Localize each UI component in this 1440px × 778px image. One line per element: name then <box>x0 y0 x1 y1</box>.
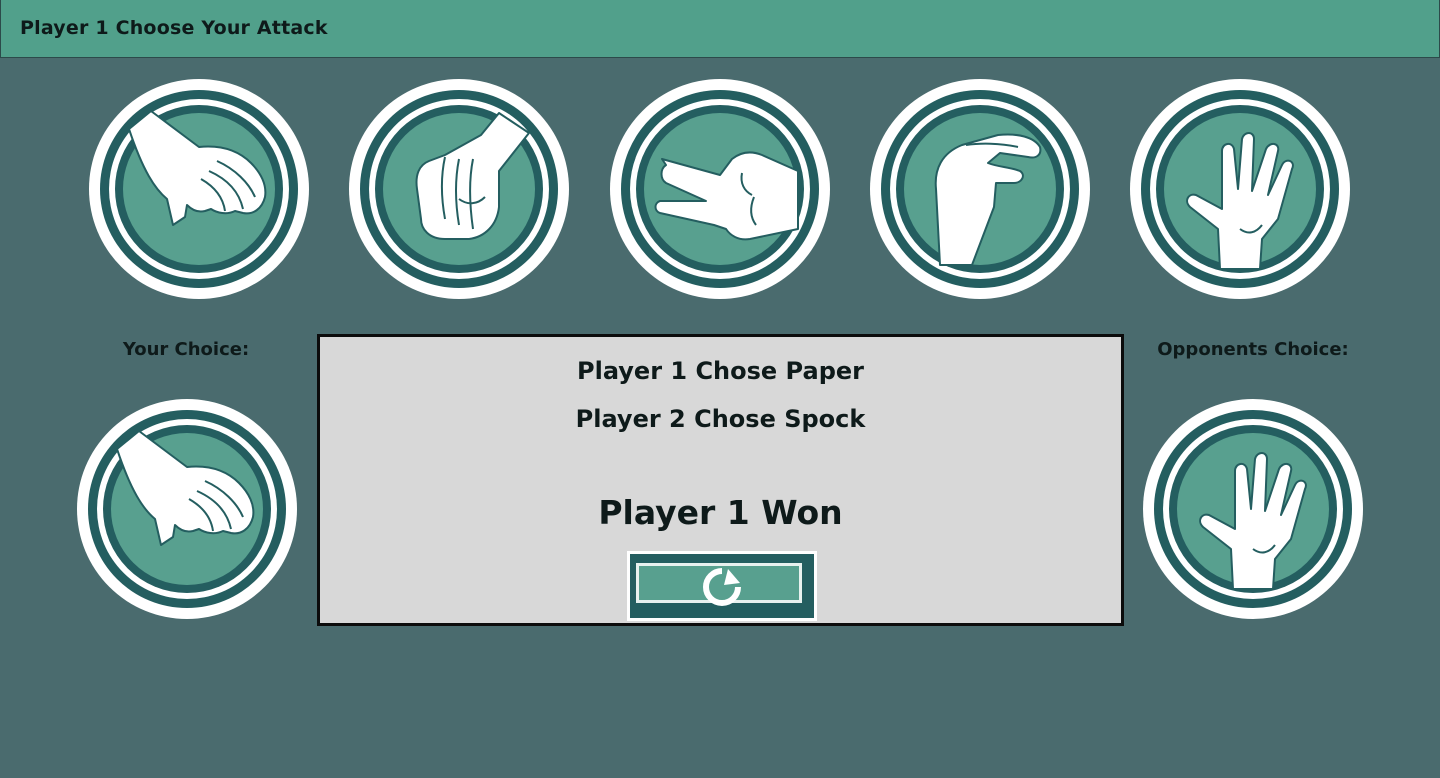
result-panel: Player 1 Chose Paper Player 2 Chose Spoc… <box>317 334 1124 626</box>
window-title: Player 1 Choose Your Attack <box>20 17 328 39</box>
player2-choice-text: Player 2 Chose Spock <box>575 405 866 433</box>
opponent-choice-display <box>1143 399 1363 619</box>
attack-lizard-button[interactable] <box>870 79 1090 299</box>
title-bar: Player 1 Choose Your Attack <box>0 0 1440 58</box>
refresh-icon <box>703 568 741 606</box>
winner-text: Player 1 Won <box>598 493 843 532</box>
your-choice-label: Your Choice: <box>122 339 250 360</box>
rock-fist-icon <box>349 79 569 299</box>
player1-choice-text: Player 1 Chose Paper <box>577 357 864 385</box>
your-choice-display <box>77 399 297 619</box>
attack-rock-button[interactable] <box>349 79 569 299</box>
paper-hand-icon <box>77 399 297 619</box>
replay-button[interactable] <box>627 551 817 621</box>
spock-hand-icon <box>1143 399 1363 619</box>
spock-hand-icon <box>1130 79 1350 299</box>
paper-hand-icon <box>89 79 309 299</box>
attack-scissors-button[interactable] <box>610 79 830 299</box>
scissors-hand-icon <box>610 79 830 299</box>
lizard-hand-icon <box>870 79 1090 299</box>
attack-paper-button[interactable] <box>89 79 309 299</box>
attack-spock-button[interactable] <box>1130 79 1350 299</box>
opponent-choice-label: Opponents Choice: <box>1157 339 1349 360</box>
